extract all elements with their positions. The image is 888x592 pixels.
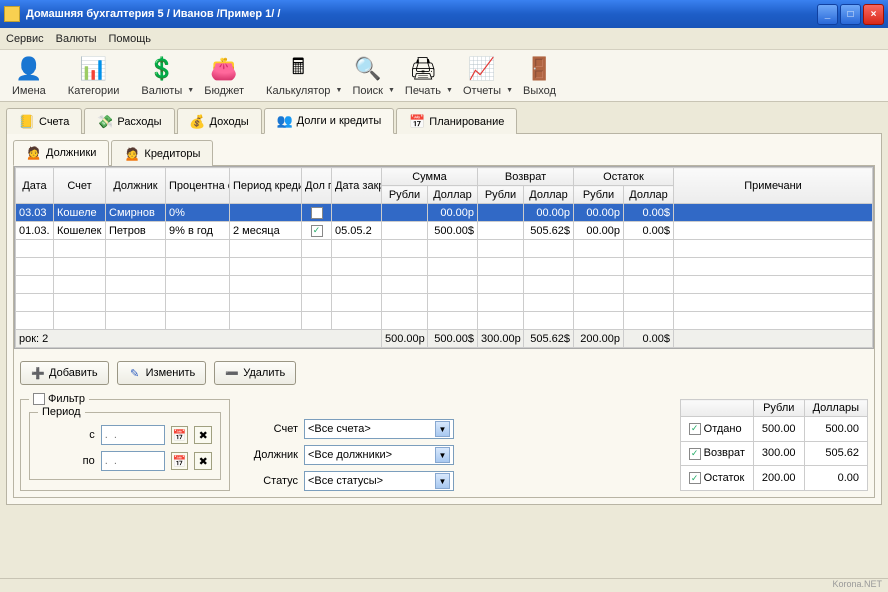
chevron-down-icon: ▼ bbox=[435, 473, 450, 489]
date-from-input[interactable] bbox=[101, 425, 165, 445]
subtab-creditors[interactable]: 🙍Кредиторы bbox=[111, 140, 213, 166]
toolbar-currencies[interactable]: 💲Валюты▼ bbox=[137, 53, 186, 99]
app-icon bbox=[4, 6, 20, 22]
col-rate[interactable]: Процентна ставка bbox=[166, 168, 230, 204]
edit-button[interactable]: ✎Изменить bbox=[117, 361, 207, 385]
debtor-select[interactable]: <Все должники>▼ bbox=[304, 445, 454, 465]
status-select[interactable]: <Все статусы>▼ bbox=[304, 471, 454, 491]
chevron-down-icon: ▼ bbox=[446, 87, 453, 94]
person-icon: 🙍 bbox=[124, 146, 140, 162]
col-repaid[interactable]: Дол пог. bbox=[302, 168, 332, 204]
add-button[interactable]: ➕Добавить bbox=[20, 361, 109, 385]
toolbar-names[interactable]: 👤Имена bbox=[8, 53, 50, 99]
toolbar-budget[interactable]: 👛Бюджет bbox=[200, 53, 248, 99]
clear-icon[interactable]: ✖ bbox=[194, 452, 212, 470]
delete-button[interactable]: ➖Удалить bbox=[214, 361, 296, 385]
calendar-icon: 📅 bbox=[409, 114, 425, 130]
tab-debts[interactable]: 👥Долги и кредиты bbox=[264, 108, 395, 134]
chevron-down-icon: ▼ bbox=[388, 87, 395, 94]
summary-table: РублиДоллары ✓ Отдано500.00500.00✓ Возвр… bbox=[680, 399, 868, 491]
menu-help[interactable]: Помощь bbox=[109, 33, 152, 45]
minus-icon: ➖ bbox=[225, 366, 239, 380]
col-debtor[interactable]: Должник bbox=[106, 168, 166, 204]
minus-icon: 💸 bbox=[97, 114, 113, 130]
calendar-icon[interactable]: 📅 bbox=[171, 452, 189, 470]
col-period[interactable]: Период кредитован bbox=[230, 168, 302, 204]
toolbar-calculator[interactable]: 🖩Калькулятор▼ bbox=[262, 53, 334, 99]
maximize-button[interactable]: □ bbox=[840, 4, 861, 25]
chart-icon: 📈 bbox=[468, 55, 496, 83]
person-icon: 👤 bbox=[15, 55, 43, 83]
grid-footer: рок: 2 500.00р 500.00$ 300.00р 505.62$ 2… bbox=[16, 330, 873, 348]
summary-row: ✓ Остаток200.000.00 bbox=[680, 466, 867, 491]
toolbar-search[interactable]: 🔍Поиск▼ bbox=[348, 53, 386, 99]
toolbar-print[interactable]: 🖨Печать▼ bbox=[401, 53, 445, 99]
exit-icon: 🚪 bbox=[525, 55, 553, 83]
table-row[interactable]: 03.03КошелеСмирнов0%00.00р00.00р00.00р0.… bbox=[16, 204, 873, 222]
tab-accounts[interactable]: 📒Счета bbox=[6, 108, 82, 134]
col-return[interactable]: Возврат bbox=[478, 168, 574, 186]
main-tabbar: 📒Счета 💸Расходы 💰Доходы 👥Долги и кредиты… bbox=[6, 108, 882, 134]
menu-service[interactable]: Сервис bbox=[6, 33, 44, 45]
clear-icon[interactable]: ✖ bbox=[194, 426, 212, 444]
col-balance[interactable]: Остаток bbox=[574, 168, 674, 186]
summary-row: ✓ Отдано500.00500.00 bbox=[680, 417, 867, 442]
chevron-down-icon: ▼ bbox=[187, 87, 194, 94]
chevron-down-icon: ▼ bbox=[435, 447, 450, 463]
titlebar: Домашняя бухгалтерия 5 / Иванов /Пример … bbox=[0, 0, 888, 28]
menubar: Сервис Валюты Помощь bbox=[0, 28, 888, 50]
col-note[interactable]: Примечани bbox=[674, 168, 873, 204]
col-date[interactable]: Дата bbox=[16, 168, 54, 204]
chevron-down-icon: ▼ bbox=[435, 421, 450, 437]
plus-icon: 💰 bbox=[190, 114, 206, 130]
tab-planning[interactable]: 📅Планирование bbox=[396, 108, 517, 134]
data-grid[interactable]: Дата Счет Должник Процентна ставка Перио… bbox=[14, 166, 874, 349]
search-icon: 🔍 bbox=[354, 55, 382, 83]
people-icon: 👥 bbox=[277, 113, 293, 129]
window-title: Домашняя бухгалтерия 5 / Иванов /Пример … bbox=[26, 8, 817, 20]
chevron-down-icon: ▼ bbox=[336, 87, 343, 94]
toolbar: 👤Имена 📊Категории 💲Валюты▼ 👛Бюджет 🖩Каль… bbox=[0, 50, 888, 102]
sub-tabbar: 🙍Должники 🙍Кредиторы bbox=[13, 140, 875, 166]
menu-currencies[interactable]: Валюты bbox=[56, 33, 97, 45]
filter-box: Фильтр Период с📅✖ по📅✖ bbox=[20, 399, 230, 491]
filter-checkbox[interactable] bbox=[33, 393, 45, 405]
printer-icon: 🖨 bbox=[409, 55, 437, 83]
close-button[interactable]: × bbox=[863, 4, 884, 25]
edit-icon: ✎ bbox=[128, 366, 142, 380]
wallet-icon: 👛 bbox=[210, 55, 238, 83]
main-panel: 🙍Должники 🙍Кредиторы Дата Счет bbox=[6, 133, 882, 505]
plus-icon: ➕ bbox=[31, 366, 45, 380]
tab-expenses[interactable]: 💸Расходы bbox=[84, 108, 174, 134]
subtab-debtors[interactable]: 🙍Должники bbox=[13, 140, 109, 166]
minimize-button[interactable]: _ bbox=[817, 4, 838, 25]
date-to-input[interactable] bbox=[101, 451, 165, 471]
col-close[interactable]: Дата закрыти bbox=[332, 168, 382, 204]
account-select[interactable]: <Все счета>▼ bbox=[304, 419, 454, 439]
person-icon: 🙍 bbox=[26, 145, 42, 161]
dollar-icon: 💲 bbox=[148, 55, 176, 83]
toolbar-reports[interactable]: 📈Отчеты▼ bbox=[459, 53, 505, 99]
categories-icon: 📊 bbox=[80, 55, 108, 83]
summary-row: ✓ Возврат300.00505.62 bbox=[680, 441, 867, 466]
calendar-icon[interactable]: 📅 bbox=[171, 426, 189, 444]
table-row[interactable]: 01.03.КошелекПетров9% в год2 месяца✓05.0… bbox=[16, 222, 873, 240]
chevron-down-icon: ▼ bbox=[506, 87, 513, 94]
statusbar: Korona.NET bbox=[0, 578, 888, 592]
toolbar-exit[interactable]: 🚪Выход bbox=[519, 53, 560, 99]
tab-income[interactable]: 💰Доходы bbox=[177, 108, 262, 134]
calculator-icon: 🖩 bbox=[284, 55, 312, 83]
col-sum[interactable]: Сумма bbox=[382, 168, 478, 186]
toolbar-categories[interactable]: 📊Категории bbox=[64, 53, 124, 99]
wallet-icon: 📒 bbox=[19, 114, 35, 130]
col-account[interactable]: Счет bbox=[54, 168, 106, 204]
